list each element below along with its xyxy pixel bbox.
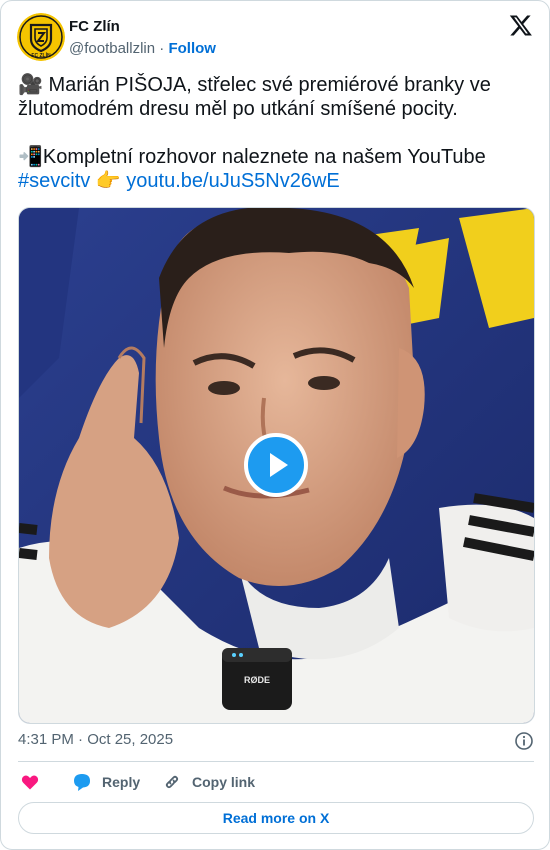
- reply-bubble-icon: [74, 774, 90, 791]
- copy-link-button[interactable]: Copy link: [162, 771, 255, 793]
- tweet-meta: 4:31 PM · Oct 25, 2025: [18, 731, 534, 751]
- tweet-paragraph-2: 📲Kompletní rozhovor naleznete na našem Y…: [18, 145, 534, 169]
- video-camera-icon: 🎥: [18, 74, 43, 96]
- tweet-line-1: Marián PIŠOJA, střelec své premiérové br…: [18, 74, 491, 120]
- play-icon: [270, 453, 288, 477]
- pointing-right-icon: 👉: [95, 170, 121, 192]
- tweet-paragraph-1: 🎥 Marián PIŠOJA, střelec své premiérové …: [18, 73, 534, 121]
- handle-row: @footballzlin · Follow: [69, 39, 216, 59]
- author-handle[interactable]: @footballzlin: [69, 40, 155, 57]
- author-names: FC Zlín @footballzlin · Follow: [69, 17, 216, 59]
- reply-label: Reply: [102, 774, 141, 790]
- tweet-header: FC ZLÍN FC Zlín @footballzlin · Follow: [17, 13, 533, 63]
- heart-icon: [21, 775, 39, 790]
- info-icon[interactable]: [514, 731, 534, 751]
- separator: ·: [159, 40, 165, 57]
- tweet-line-2: Kompletní rozhovor naleznete na našem Yo…: [42, 146, 486, 168]
- phone-arrow-icon: 📲: [18, 146, 43, 168]
- like-button[interactable]: [20, 771, 40, 793]
- follow-button[interactable]: Follow: [168, 40, 216, 57]
- author-display-name[interactable]: FC Zlín: [69, 17, 216, 37]
- mic-brand: RØDE: [244, 675, 270, 685]
- video-thumbnail[interactable]: RØDE: [18, 207, 535, 724]
- timestamp[interactable]: 4:31 PM · Oct 25, 2025: [18, 731, 173, 748]
- copy-link-label: Copy link: [192, 774, 256, 790]
- hashtag-link[interactable]: #sevcitv: [18, 170, 90, 192]
- x-logo-icon[interactable]: [509, 13, 533, 37]
- link-icon: [165, 775, 179, 789]
- action-bar: Reply Copy link: [18, 771, 534, 793]
- youtube-link[interactable]: youtu.be/uJuS5Nv26wE: [126, 170, 339, 192]
- tweet-card: FC ZLÍN FC Zlín @footballzlin · Follow 🎥…: [0, 0, 550, 850]
- fc-zlin-logo-icon: FC ZLÍN: [17, 13, 65, 61]
- read-more-button[interactable]: Read more on X: [18, 802, 534, 834]
- avatar[interactable]: FC ZLÍN: [17, 13, 65, 61]
- tweet-paragraph-3: #sevcitv 👉 youtu.be/uJuS5Nv26wE: [18, 169, 534, 193]
- play-button[interactable]: [244, 433, 308, 497]
- tweet-text: 🎥 Marián PIŠOJA, střelec své premiérové …: [18, 73, 534, 193]
- divider: [18, 761, 534, 762]
- avatar-text: FC ZLÍN: [31, 51, 51, 59]
- reply-button[interactable]: Reply: [72, 771, 140, 793]
